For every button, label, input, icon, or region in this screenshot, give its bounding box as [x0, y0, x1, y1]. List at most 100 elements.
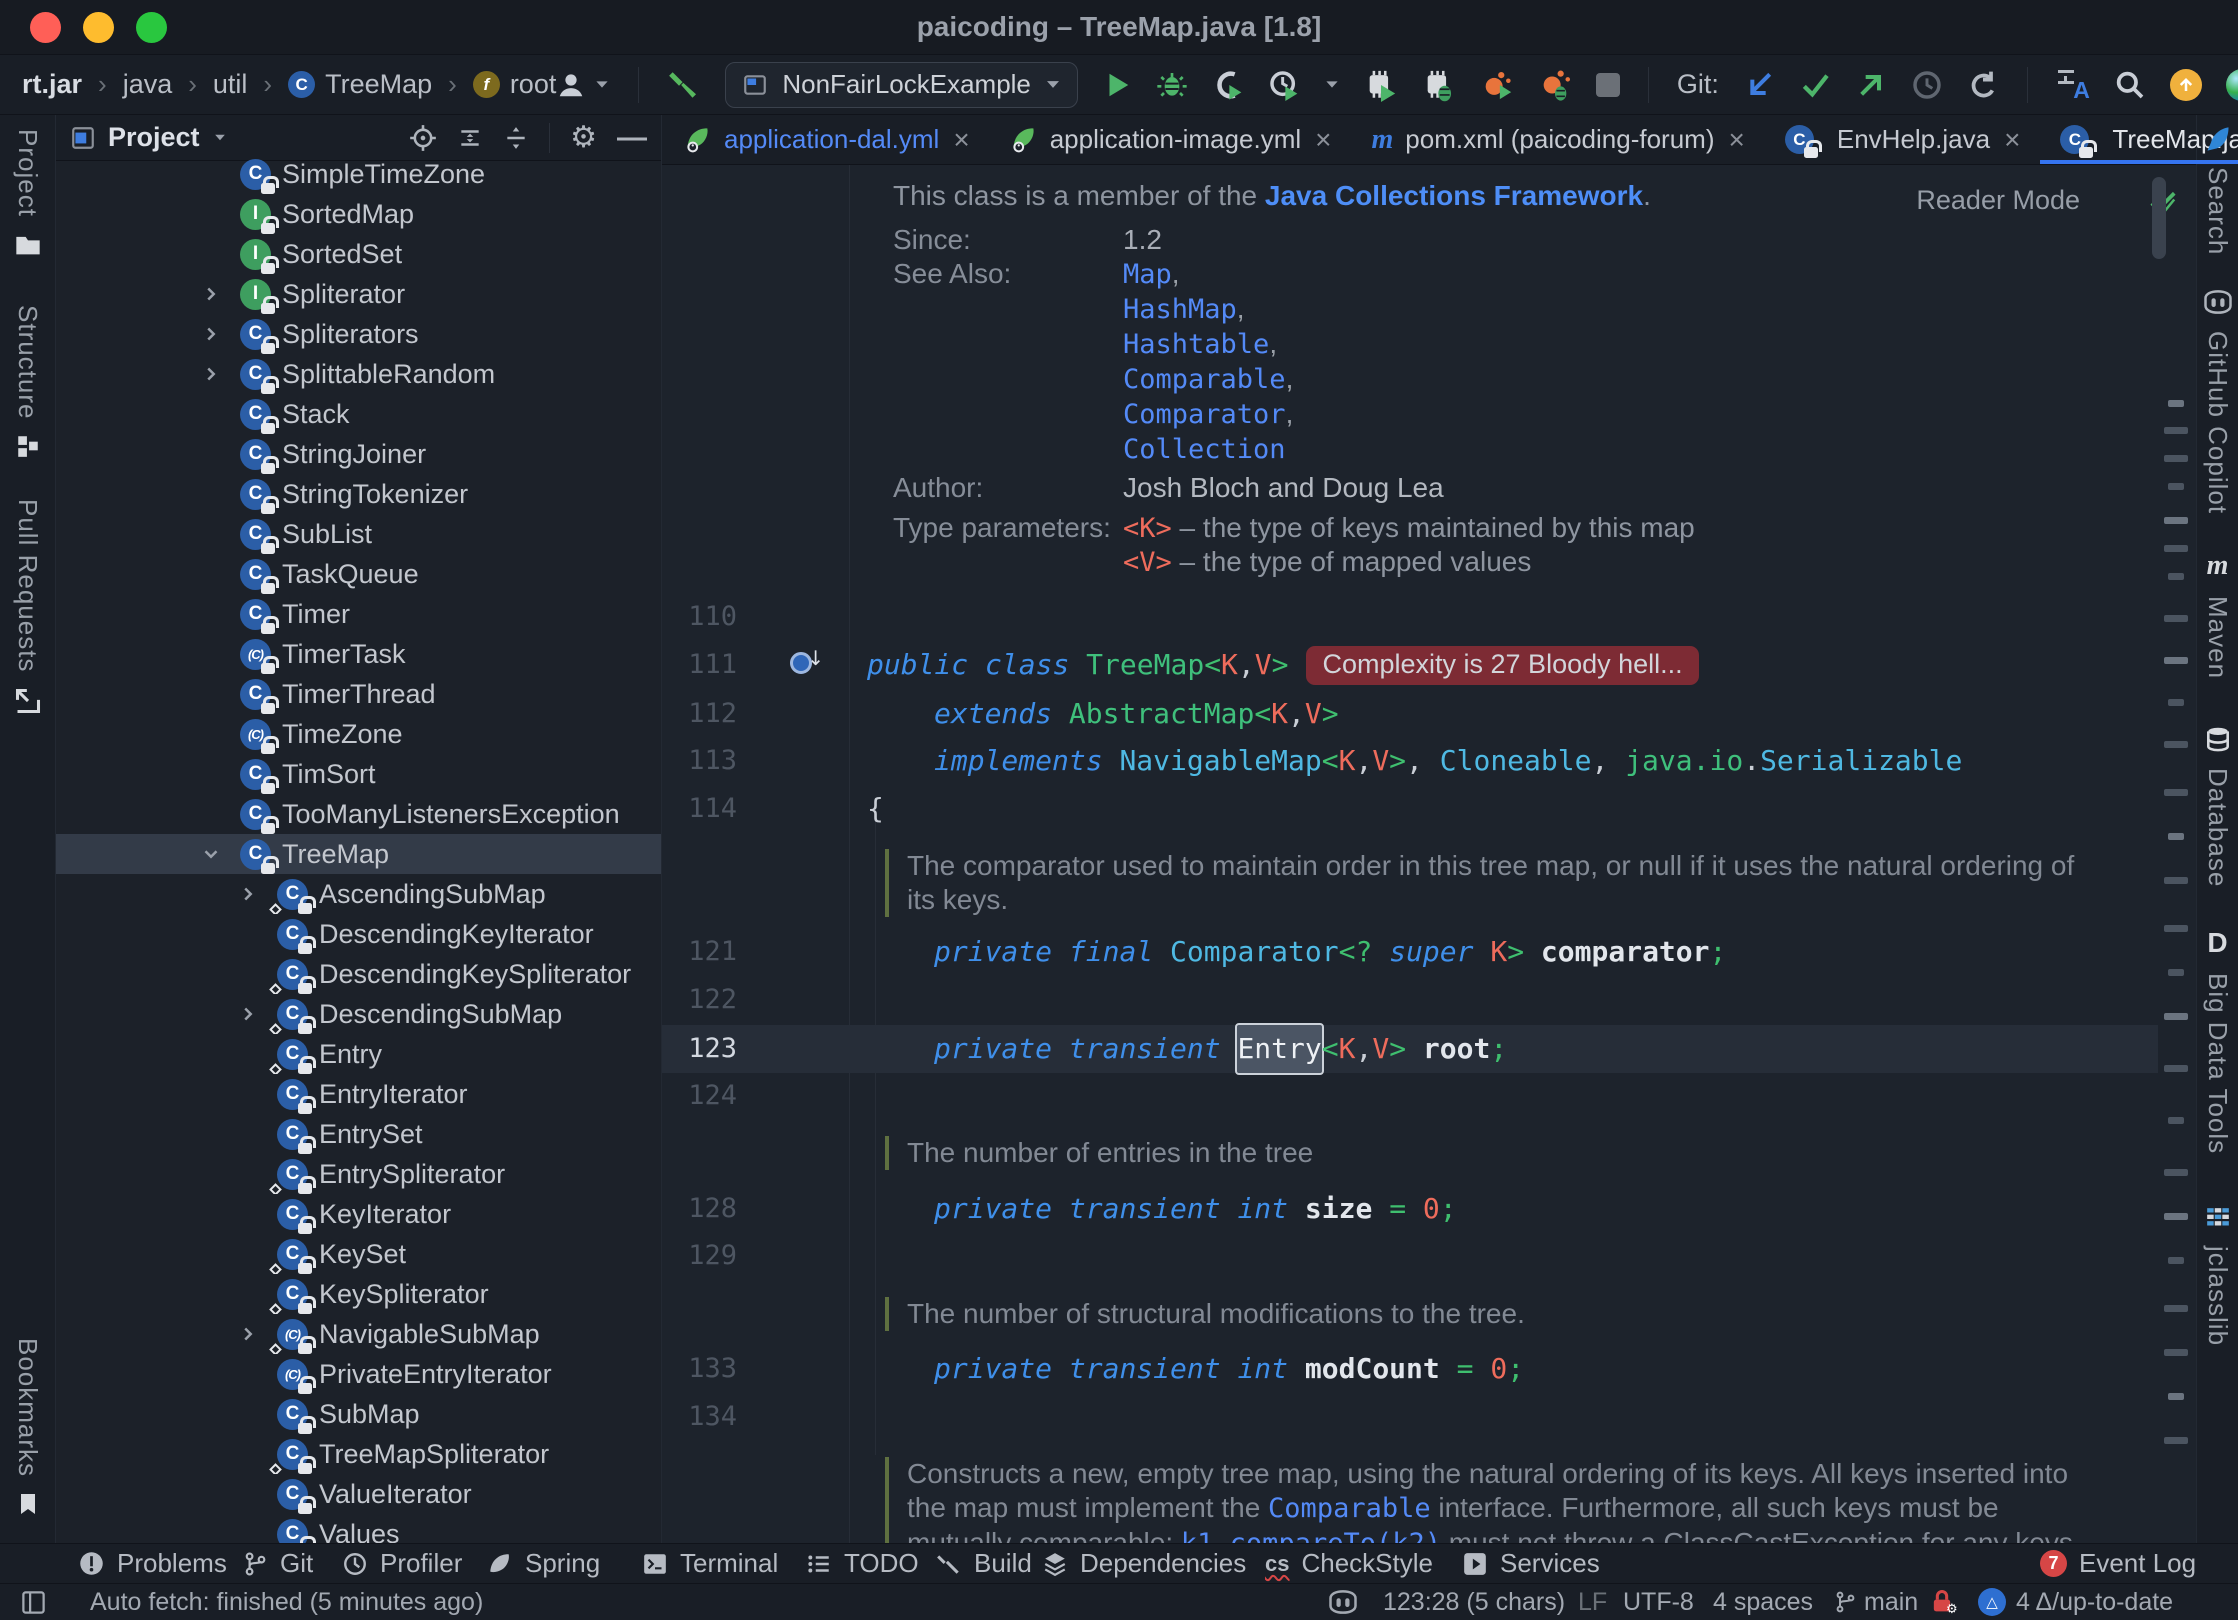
tree-item-PrivateEntryIterator[interactable]: (C) PrivateEntryIterator — [56, 1354, 661, 1394]
translate-icon[interactable]: A — [2056, 68, 2090, 103]
tab-pom.xml (paicoding-forum)[interactable]: m pom.xml (paicoding-forum) × — [1352, 115, 1765, 164]
doc-code-link[interactable]: Comparable — [1268, 1493, 1431, 1524]
tree-item-KeyIterator[interactable]: C KeyIterator — [56, 1194, 661, 1234]
copilot-status-icon[interactable] — [1328, 1584, 1358, 1620]
tool-button-github-copilot[interactable]: GitHub Copilot — [2202, 287, 2233, 514]
tree-item-AscendingSubMap[interactable]: C AscendingSubMap — [56, 874, 661, 914]
search-everywhere-icon[interactable] — [2114, 69, 2146, 101]
tool-button-maven[interactable]: m Maven — [2202, 550, 2233, 679]
gear-icon[interactable]: ⚙ — [570, 120, 597, 155]
code-line-113[interactable]: 113 implements NavigableMap < K, V >, Cloneab… — [662, 737, 2196, 785]
async-profiler-run-icon[interactable] — [1480, 68, 1514, 102]
tree-item-SortedMap[interactable]: I SortedMap — [56, 194, 661, 234]
tree-item-StringTokenizer[interactable]: C StringTokenizer — [56, 474, 661, 514]
close-icon[interactable]: × — [2004, 124, 2020, 156]
hide-panel-icon[interactable]: — — [617, 121, 647, 155]
tool-button-jclasslib[interactable]: jclasslib — [2202, 1206, 2233, 1346]
run-options-dropdown[interactable] — [1326, 81, 1338, 88]
sync-status-widget[interactable]: 4 Δ/up-to-date — [2016, 1584, 2173, 1620]
doc-code-link[interactable]: k1.compareTo(k2) — [1181, 1528, 1441, 1543]
build-hammer-icon[interactable] — [667, 68, 701, 102]
run-configuration-select[interactable]: NonFairLockExample — [725, 61, 1078, 108]
tree-item-TreeMap[interactable]: C TreeMap — [56, 834, 661, 874]
tree-item-EntrySet[interactable]: C EntrySet — [56, 1114, 661, 1154]
tab-application-image.yml[interactable]: application-image.yml × — [990, 115, 1352, 164]
tool-button-build[interactable]: Build — [936, 1544, 1032, 1583]
incoming-changes-icon[interactable]: △ — [1978, 1584, 2006, 1620]
tree-item-DescendingKeyIterator[interactable]: C DescendingKeyIterator — [56, 914, 661, 954]
tool-button-services[interactable]: Services — [1462, 1544, 1600, 1583]
tree-chevron-icon[interactable] — [237, 1323, 277, 1345]
tab-EnvHelp.java[interactable]: C EnvHelp.java × — [1765, 115, 2041, 164]
javadoc-see-also-link[interactable]: Map — [1123, 259, 1172, 290]
plugin-squares-icon[interactable] — [2184, 1589, 2213, 1618]
tool-button-spring[interactable]: Spring — [487, 1544, 600, 1583]
breadcrumb-java[interactable]: java — [123, 69, 173, 100]
caret-position-widget[interactable]: 123:28 (5 chars) — [1383, 1584, 1565, 1620]
code-line-121[interactable]: 121 private final Comparator <? super K > c… — [662, 928, 2196, 976]
code-line-112[interactable]: 112 extends AbstractMap < K, V > — [662, 690, 2196, 738]
tree-chevron-icon[interactable] — [200, 283, 240, 305]
code-line-134[interactable]: 134 — [662, 1393, 2196, 1441]
locate-file-icon[interactable] — [409, 124, 437, 152]
indent-widget[interactable]: 4 spaces — [1713, 1584, 1813, 1620]
code-line-110[interactable]: 110 — [662, 593, 2196, 641]
tool-button-profiler[interactable]: Profiler — [342, 1544, 462, 1583]
tool-button-project[interactable]: Project — [12, 129, 43, 259]
breadcrumb-rt-jar[interactable]: rt.jar — [22, 69, 82, 100]
zoom-window-button[interactable] — [136, 11, 167, 43]
tree-item-NavigableSubMap[interactable]: (C) NavigableSubMap — [56, 1314, 661, 1354]
tool-button-problems[interactable]: Problems — [78, 1544, 227, 1583]
code-line-111[interactable]: 111 ↓ public class TreeMap < K, V > Complexity … — [662, 641, 2196, 689]
tree-item-TimerThread[interactable]: C TimerThread — [56, 674, 661, 714]
run-with-coverage-button[interactable] — [1212, 69, 1244, 101]
collapse-all-icon[interactable] — [503, 125, 529, 151]
tree-item-Spliterator[interactable]: I Spliterator — [56, 274, 661, 314]
tool-button-todo[interactable]: TODO — [806, 1544, 919, 1583]
tree-item-Spliterators[interactable]: C Spliterators — [56, 314, 661, 354]
code-line-122[interactable]: 122 — [662, 976, 2196, 1024]
git-update-button[interactable] — [1743, 69, 1775, 101]
tree-item-Entry[interactable]: C Entry — [56, 1034, 661, 1074]
tree-chevron-icon[interactable] — [200, 843, 240, 865]
expand-all-icon[interactable] — [457, 125, 483, 151]
tool-button-big-data-tools[interactable]: D Big Data Tools — [2202, 927, 2233, 1154]
permissions-lock-icon[interactable]: ⚙ — [1928, 1584, 1958, 1620]
breadcrumb-treemap[interactable]: C TreeMap — [288, 69, 432, 100]
tree-item-ValueIterator[interactable]: C ValueIterator — [56, 1474, 661, 1514]
debug-button[interactable] — [1156, 69, 1188, 101]
profile-button[interactable] — [1268, 69, 1300, 101]
breadcrumb-util[interactable]: util — [213, 69, 248, 100]
encoding-widget[interactable]: UTF-8 — [1623, 1584, 1694, 1620]
editor-scrollbar[interactable] — [2152, 177, 2166, 259]
tree-item-TimerTask[interactable]: (C) TimerTask — [56, 634, 661, 674]
async-profiler-debug-icon[interactable] — [1538, 68, 1572, 102]
tab-application-dal.yml[interactable]: application-dal.yml × — [664, 115, 990, 164]
code-line-133[interactable]: 133 private transient int modCount = 0; — [662, 1345, 2196, 1393]
tree-chevron-icon[interactable] — [200, 323, 240, 345]
tree-item-SubMap[interactable]: C SubMap — [56, 1394, 661, 1434]
close-window-button[interactable] — [30, 11, 61, 43]
tree-chevron-icon[interactable] — [237, 1003, 277, 1025]
breadcrumb-root[interactable]: f root — [472, 69, 556, 100]
line-ending-widget[interactable]: LF — [1578, 1584, 1607, 1620]
tree-item-SimpleTimeZone[interactable]: C SimpleTimeZone — [56, 154, 661, 194]
javadoc-see-also-link[interactable]: Comparable — [1123, 364, 1286, 395]
javadoc-see-also-link[interactable]: Hashtable — [1123, 329, 1269, 360]
user-account-button[interactable] — [556, 70, 610, 100]
tool-button-search[interactable]: Search — [2202, 125, 2233, 255]
git-branch-widget-icon[interactable] — [1833, 1584, 1857, 1620]
tree-item-SplittableRandom[interactable]: C SplittableRandom — [56, 354, 661, 394]
tree-item-EntrySpliterator[interactable]: C EntrySpliterator — [56, 1154, 661, 1194]
code-line-129[interactable]: 129 — [662, 1232, 2196, 1280]
tree-item-TreeMapSpliterator[interactable]: C TreeMapSpliterator — [56, 1434, 661, 1474]
git-history-button[interactable] — [1911, 69, 1943, 101]
tree-item-Timer[interactable]: C Timer — [56, 594, 661, 634]
run-button[interactable] — [1102, 70, 1132, 100]
tool-button-git[interactable]: Git — [242, 1544, 313, 1583]
tree-item-Values[interactable]: C Values — [56, 1514, 661, 1543]
tree-item-SortedSet[interactable]: I SortedSet — [56, 234, 661, 274]
tree-item-EntryIterator[interactable]: C EntryIterator — [56, 1074, 661, 1114]
tree-item-DescendingKeySpliterator[interactable]: C DescendingKeySpliterator — [56, 954, 661, 994]
debug-with-memory-agent-icon[interactable] — [1422, 68, 1456, 102]
